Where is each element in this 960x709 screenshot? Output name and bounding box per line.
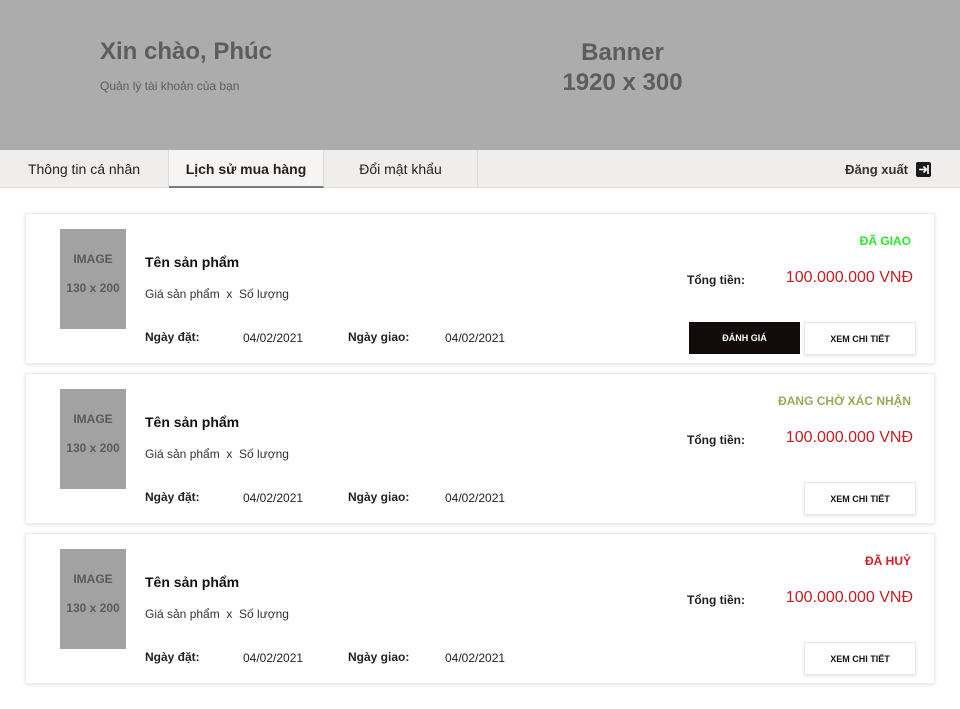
- image-placeholder-size: 130 x 200: [66, 601, 120, 615]
- image-placeholder-size: 130 x 200: [66, 281, 120, 295]
- tab-purchase-history[interactable]: Lịch sử mua hàng: [169, 150, 324, 188]
- tab-personal-info[interactable]: Thông tin cá nhân: [0, 150, 169, 188]
- delivery-date-label: Ngày giao:: [348, 330, 410, 344]
- logout-button[interactable]: Đăng xuất: [845, 150, 931, 188]
- order-date-label: Ngày đặt:: [145, 330, 200, 344]
- order-status: ĐÃ GIAO: [859, 234, 911, 248]
- total-label: Tổng tiền:: [687, 273, 745, 287]
- order-card: IMAGE 130 x 200 Tên sản phẩm Giá sản phẩ…: [25, 373, 935, 524]
- greeting-subtitle: Quản lý tài khoản của bạn: [100, 79, 240, 93]
- banner-placeholder-size: 1920 x 300: [562, 69, 683, 96]
- order-date-value: 04/02/2021: [243, 331, 304, 345]
- product-name: Tên sản phẩm: [145, 574, 240, 590]
- order-card: IMAGE 130 x 200 Tên sản phẩm Giá sản phẩ…: [25, 213, 935, 364]
- product-name: Tên sản phẩm: [145, 414, 240, 430]
- delivery-date-label: Ngày giao:: [348, 490, 410, 504]
- order-date-value: 04/02/2021: [243, 491, 304, 505]
- tab-change-password[interactable]: Đổi mật khẩu: [324, 150, 478, 188]
- logout-label: Đăng xuất: [845, 161, 908, 177]
- rate-button[interactable]: ĐÁNH GIÁ: [689, 322, 800, 354]
- total-label: Tổng tiền:: [687, 433, 745, 447]
- image-placeholder-label: IMAGE: [73, 572, 113, 586]
- greeting-title: Xin chào, Phúc: [100, 38, 273, 65]
- account-banner: Xin chào, Phúc Quản lý tài khoản của bạn…: [0, 0, 960, 150]
- product-image-placeholder: IMAGE 130 x 200: [60, 229, 126, 329]
- order-status: ĐANG CHỜ XÁC NHẬN: [778, 394, 911, 408]
- order-status: ĐÃ HUỶ: [864, 554, 911, 568]
- product-image-placeholder: IMAGE 130 x 200: [60, 389, 126, 489]
- product-name: Tên sản phẩm: [145, 254, 240, 270]
- view-detail-button[interactable]: XEM CHI TIẾT: [804, 322, 916, 355]
- total-value: 100.000.000 VNĐ: [785, 429, 913, 446]
- order-date-label: Ngày đặt:: [145, 490, 200, 504]
- banner-placeholder: Banner 1920 x 300: [520, 38, 725, 98]
- total-value: 100.000.000 VNĐ: [785, 269, 913, 286]
- account-tabbar: Thông tin cá nhân Lịch sử mua hàng Đổi m…: [0, 150, 960, 188]
- total-label: Tổng tiền:: [687, 593, 745, 607]
- image-placeholder-label: IMAGE: [73, 412, 113, 426]
- image-placeholder-size: 130 x 200: [66, 441, 120, 455]
- logout-icon: [916, 161, 931, 177]
- order-date-label: Ngày đặt:: [145, 650, 200, 664]
- delivery-date-value: 04/02/2021: [445, 651, 506, 665]
- delivery-date-value: 04/02/2021: [445, 491, 506, 505]
- delivery-date-label: Ngày giao:: [348, 650, 410, 664]
- product-image-placeholder: IMAGE 130 x 200: [60, 549, 126, 649]
- view-detail-button[interactable]: XEM CHI TIẾT: [804, 642, 916, 675]
- banner-placeholder-title: Banner: [581, 39, 664, 66]
- view-detail-button[interactable]: XEM CHI TIẾT: [804, 482, 916, 515]
- order-card: IMAGE 130 x 200 Tên sản phẩm Giá sản phẩ…: [25, 533, 935, 684]
- product-price-quantity: Giá sản phẩm x Số lượng: [145, 287, 289, 301]
- image-placeholder-label: IMAGE: [73, 252, 113, 266]
- product-price-quantity: Giá sản phẩm x Số lượng: [145, 447, 289, 461]
- product-price-quantity: Giá sản phẩm x Số lượng: [145, 607, 289, 621]
- total-value: 100.000.000 VNĐ: [785, 589, 913, 606]
- delivery-date-value: 04/02/2021: [445, 331, 506, 345]
- order-date-value: 04/02/2021: [243, 651, 304, 665]
